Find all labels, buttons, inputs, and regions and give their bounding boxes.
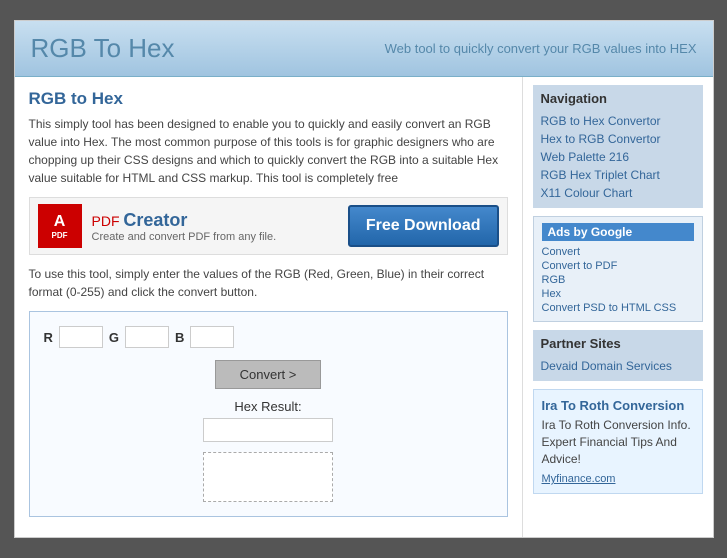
- pdf-creator-info: PDF Creator Create and convert PDF from …: [92, 210, 338, 243]
- roth-box: Ira To Roth Conversion Ira To Roth Conve…: [533, 389, 703, 494]
- hex-result-label: Hex Result:: [44, 399, 493, 414]
- b-label: B: [175, 330, 184, 345]
- partner-section: Partner Sites Devaid Domain Services: [533, 330, 703, 381]
- nav-section: Navigation RGB to Hex Convertor Hex to R…: [533, 85, 703, 208]
- r-label: R: [44, 330, 53, 345]
- ads-link-hex[interactable]: Hex: [542, 287, 694, 301]
- rgb-inputs-row: R G B: [44, 326, 493, 348]
- pdf-icon: A PDF: [38, 204, 82, 248]
- ads-section: Ads by Google Convert Convert to PDF RGB…: [533, 216, 703, 322]
- site-tagline: Web tool to quickly convert your RGB val…: [385, 41, 697, 56]
- ad-banner: A PDF PDF Creator Create and convert PDF…: [29, 197, 508, 255]
- r-input[interactable]: [59, 326, 103, 348]
- nav-link-triplet[interactable]: RGB Hex Triplet Chart: [541, 166, 695, 184]
- converter-box: R G B Convert > Hex Result:: [29, 311, 508, 517]
- ads-link-rgb[interactable]: RGB: [542, 273, 694, 287]
- pdf-label: PDF: [92, 213, 124, 229]
- ads-link-psd-html[interactable]: Convert PSD to HTML CSS: [542, 301, 694, 315]
- roth-link[interactable]: Myfinance.com: [542, 473, 616, 485]
- description-text: This simply tool has been designed to en…: [29, 115, 508, 187]
- site-title: RGB To Hex: [31, 33, 175, 64]
- instructions-text: To use this tool, simply enter the value…: [29, 265, 508, 301]
- page-title: RGB to Hex: [29, 89, 508, 109]
- ads-title: Ads by Google: [542, 223, 694, 241]
- nav-link-palette[interactable]: Web Palette 216: [541, 148, 695, 166]
- nav-title: Navigation: [541, 91, 695, 106]
- nav-link-rgb-hex[interactable]: RGB to Hex Convertor: [541, 112, 695, 130]
- g-label: G: [109, 330, 119, 345]
- b-input[interactable]: [190, 326, 234, 348]
- ads-link-convert[interactable]: Convert: [542, 245, 694, 259]
- nav-link-x11[interactable]: X11 Colour Chart: [541, 184, 695, 202]
- pdf-creator-name: PDF Creator: [92, 210, 338, 231]
- partner-title: Partner Sites: [541, 336, 695, 351]
- g-input[interactable]: [125, 326, 169, 348]
- pdf-icon-label: A PDF: [52, 212, 68, 241]
- nav-link-hex-rgb[interactable]: Hex to RGB Convertor: [541, 130, 695, 148]
- partner-link-devaid[interactable]: Devaid Domain Services: [541, 357, 695, 375]
- hex-color-display: [203, 452, 333, 502]
- pdf-creator-sub: Create and convert PDF from any file.: [92, 231, 338, 243]
- roth-desc: Ira To Roth Conversion Info. Expert Fina…: [542, 417, 694, 467]
- free-download-button[interactable]: Free Download: [348, 205, 499, 247]
- convert-button[interactable]: Convert >: [215, 360, 322, 389]
- hex-result-input[interactable]: [203, 418, 333, 442]
- ads-link-convert-pdf[interactable]: Convert to PDF: [542, 259, 694, 273]
- roth-title: Ira To Roth Conversion: [542, 398, 694, 413]
